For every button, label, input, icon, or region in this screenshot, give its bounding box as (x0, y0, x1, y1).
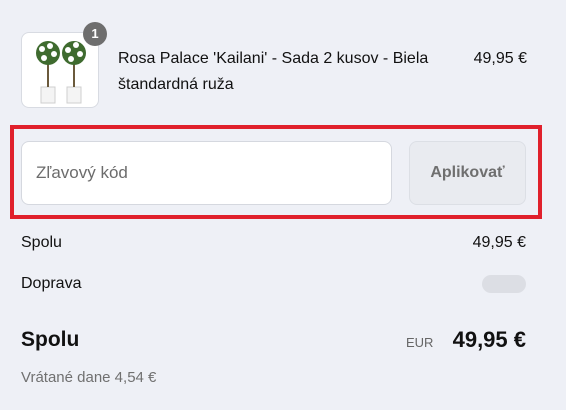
total-label: Spolu (21, 328, 80, 351)
apply-discount-button[interactable]: Aplikovať (409, 141, 526, 205)
shipping-loading-placeholder (482, 275, 526, 293)
cart-line-item: 1 Rosa Palace 'Kailani' - Sada 2 kusov -… (21, 22, 527, 110)
rose-plants-image (36, 41, 86, 104)
subtotal-value: 49,95 € (472, 234, 526, 251)
subtotal-row: Spolu 49,95 € (21, 232, 526, 254)
product-price: 49,95 € (473, 50, 527, 67)
shipping-row: Doprava (21, 273, 526, 295)
total-value: 49,95 € (452, 327, 526, 352)
product-title: Rosa Palace 'Kailani' - Sada 2 kusov - B… (118, 50, 429, 93)
shipping-label: Doprava (21, 275, 82, 292)
currency-code: EUR (406, 335, 434, 350)
tax-note: Vrátané dane 4,54 € (21, 369, 157, 386)
subtotal-label: Spolu (21, 234, 62, 251)
quantity-badge: 1 (83, 22, 107, 46)
discount-code-input[interactable] (21, 141, 392, 205)
